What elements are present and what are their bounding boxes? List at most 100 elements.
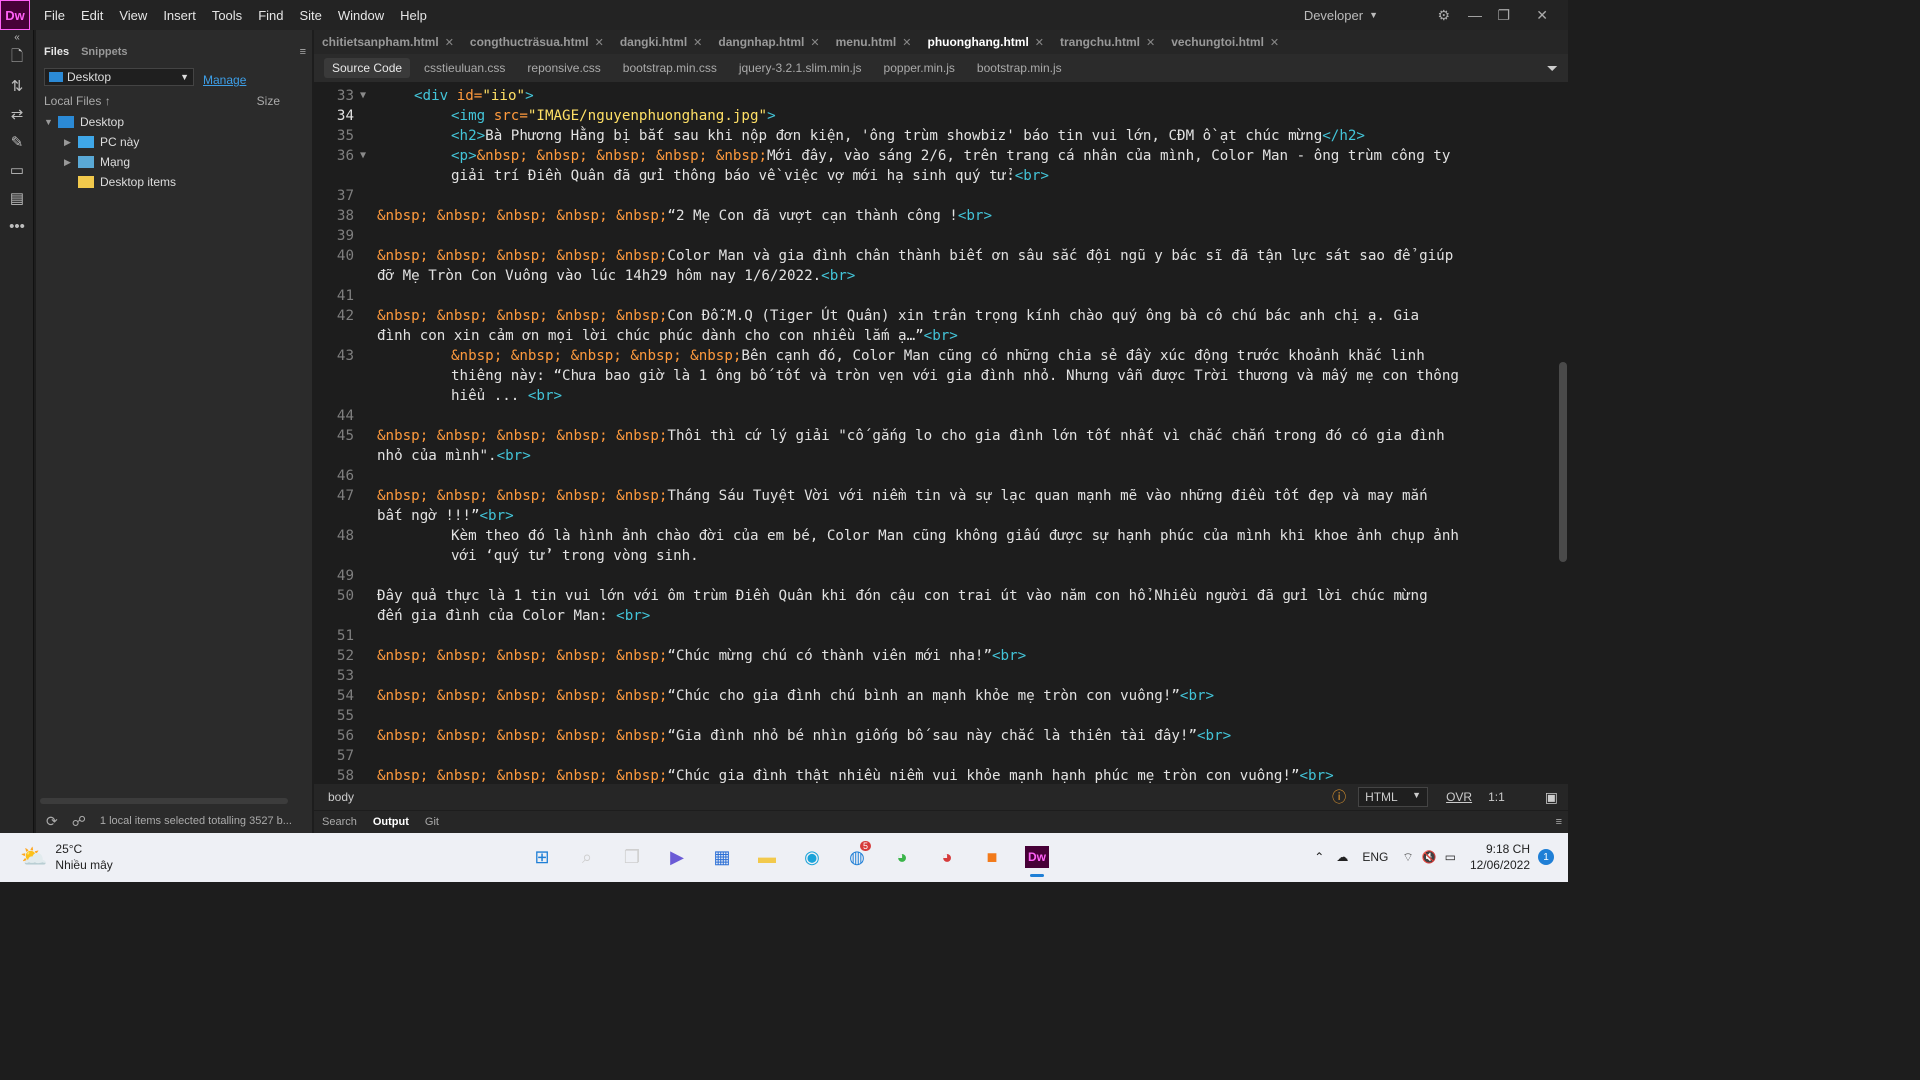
related-reponsive[interactable]: reponsive.css xyxy=(519,58,608,78)
comment-icon[interactable]: ▭ xyxy=(0,156,34,184)
chevron-right-icon[interactable]: ▶ xyxy=(64,137,78,148)
close-icon[interactable]: ✕ xyxy=(1035,36,1044,49)
screen-size-icon[interactable]: ▣ xyxy=(1545,789,1558,806)
close-icon[interactable]: ✕ xyxy=(1146,36,1155,49)
tree-item-pc[interactable]: ▶ PC này xyxy=(44,132,310,152)
menu-tools[interactable]: Tools xyxy=(204,8,250,23)
panel-menu-icon[interactable]: ≡ xyxy=(300,46,306,58)
related-jquery[interactable]: jquery-3.2.1.slim.min.js xyxy=(731,58,870,78)
doc-tab-menu[interactable]: menu.html ✕ xyxy=(828,30,920,54)
horizontal-scrollbar[interactable] xyxy=(40,798,288,804)
menu-help[interactable]: Help xyxy=(392,8,435,23)
edge-icon[interactable]: ◉ xyxy=(792,839,832,875)
doc-tab-chitietsanpham[interactable]: chitietsanpham.html ✕ xyxy=(314,30,462,54)
store-icon[interactable]: ▦ xyxy=(702,839,742,875)
close-icon[interactable]: ✕ xyxy=(595,36,604,49)
chrome-icon[interactable]: ◕ xyxy=(882,839,922,875)
tag-selector[interactable]: body xyxy=(328,790,354,804)
pdf-reader-icon[interactable]: ■ xyxy=(972,839,1012,875)
live-view-icon[interactable]: ⇄ xyxy=(0,100,34,128)
panel-menu-icon[interactable]: ≡ xyxy=(1556,816,1562,828)
more-icon[interactable]: ••• xyxy=(0,212,34,240)
tree-item-network[interactable]: ▶ Mạng xyxy=(44,152,310,172)
size-header[interactable]: Size xyxy=(257,94,280,108)
menu-file[interactable]: File xyxy=(36,8,73,23)
files-panel: Files Snippets ≡ Desktop ▼ Manage Local … xyxy=(36,30,312,833)
file-transfer-icon[interactable]: ⇅ xyxy=(0,72,34,100)
close-icon[interactable]: ✕ xyxy=(902,36,911,49)
chevron-down-icon[interactable]: ▼ xyxy=(44,117,58,127)
tab-snippets[interactable]: Snippets xyxy=(81,46,127,58)
onedrive-icon[interactable]: ☁ xyxy=(1336,850,1348,864)
doc-tab-congthuctrasua[interactable]: congthucträsua.html ✕ xyxy=(462,30,612,54)
site-select[interactable]: Desktop ▼ xyxy=(44,68,194,86)
dreamweaver-taskbar-icon[interactable]: Dw xyxy=(1017,839,1057,877)
document-type-select[interactable]: HTML ▼ xyxy=(1358,787,1429,807)
close-icon[interactable]: ✕ xyxy=(1536,0,1548,30)
search-icon[interactable]: ⌕ xyxy=(567,839,607,875)
vertical-scrollbar[interactable] xyxy=(1558,82,1568,808)
doc-tab-dangnhap[interactable]: dangnhap.html ✕ xyxy=(710,30,827,54)
chevron-up-icon[interactable]: ⌃ xyxy=(1314,850,1324,864)
tab-search[interactable]: Search xyxy=(314,816,365,828)
doc-tab-dangki[interactable]: dangki.html ✕ xyxy=(612,30,711,54)
close-icon[interactable]: ✕ xyxy=(693,36,702,49)
restore-icon[interactable]: ❐ xyxy=(1497,0,1510,30)
settings-sync-icon[interactable]: ⚙ xyxy=(1437,0,1450,30)
tab-files[interactable]: Files xyxy=(44,46,69,58)
mute-icon[interactable]: 🔇 xyxy=(1422,850,1437,864)
doc-tab-vechungtoi[interactable]: vechungtoi.html ✕ xyxy=(1163,30,1287,54)
battery-icon[interactable]: ▭ xyxy=(1445,850,1456,864)
input-language[interactable]: ENG xyxy=(1362,850,1388,864)
connect-icon[interactable]: ☍ xyxy=(72,813,86,830)
related-popper[interactable]: popper.min.js xyxy=(876,58,963,78)
menu-view[interactable]: View xyxy=(111,8,155,23)
menu-find[interactable]: Find xyxy=(250,8,291,23)
tree-item-desktop[interactable]: ▼ Desktop xyxy=(44,112,310,132)
local-files-header[interactable]: Local Files ↑ xyxy=(44,94,111,108)
manage-link[interactable]: Manage xyxy=(203,73,246,87)
menu-insert[interactable]: Insert xyxy=(155,8,204,23)
chrome-profile-icon[interactable]: ◕ xyxy=(927,839,967,875)
tab-git[interactable]: Git xyxy=(417,816,447,828)
warning-icon[interactable]: ⓘ xyxy=(1332,787,1346,807)
start-icon[interactable]: ⊞ xyxy=(522,839,562,875)
refresh-icon[interactable]: ⟳ xyxy=(46,813,58,830)
related-source-code[interactable]: Source Code xyxy=(324,58,411,78)
doc-tab-trangchu[interactable]: trangchu.html ✕ xyxy=(1052,30,1163,54)
cloud-sun-icon: ⛅ xyxy=(20,844,48,869)
scroll-thumb[interactable] xyxy=(1559,362,1567,562)
close-icon[interactable]: ✕ xyxy=(445,36,454,49)
doc-tab-phuonghang[interactable]: phuonghang.html ✕ xyxy=(919,30,1052,54)
notification-count[interactable]: 1 xyxy=(1538,849,1554,865)
close-icon[interactable]: ✕ xyxy=(1270,36,1279,49)
new-file-icon[interactable]: 🗋 xyxy=(0,44,34,72)
related-csstieuluan[interactable]: csstieuluan.css xyxy=(416,58,513,78)
teams-chat-icon[interactable]: ▶ xyxy=(657,839,697,875)
line-number: 57 xyxy=(336,748,354,764)
workspace-switcher[interactable]: Developer ▼ xyxy=(1304,0,1378,30)
zalo-icon[interactable]: ◍ 5 xyxy=(837,839,877,875)
filter-icon[interactable]: ⏷ xyxy=(1547,60,1558,77)
task-view-icon[interactable]: ❐ xyxy=(612,839,652,875)
related-bootstrap-css[interactable]: bootstrap.min.css xyxy=(615,58,725,78)
wifi-icon[interactable]: ⌔ xyxy=(1402,850,1413,865)
clock[interactable]: 9:18 CH 12/06/2022 xyxy=(1470,841,1530,873)
tree-item-desktop-items[interactable]: Desktop items xyxy=(44,172,310,192)
weather-widget[interactable]: ⛅ 25°C Nhiều mây xyxy=(20,841,113,873)
code-editor[interactable]: 33 ▼ <div id="iio"> 34 <img src="IMAGE/nguy… xyxy=(314,82,1568,808)
site-select-value: Desktop xyxy=(67,70,112,84)
related-bootstrap-js[interactable]: bootstrap.min.js xyxy=(969,58,1070,78)
inspect-icon[interactable]: ✎ xyxy=(0,128,34,156)
menu-site[interactable]: Site xyxy=(291,8,329,23)
format-icon[interactable]: ▤ xyxy=(0,184,34,212)
chevron-right-icon[interactable]: ▶ xyxy=(64,157,78,168)
minimize-icon[interactable]: — xyxy=(1468,0,1482,30)
overwrite-mode[interactable]: OVR xyxy=(1446,790,1472,804)
menu-window[interactable]: Window xyxy=(330,8,392,23)
collapse-icon[interactable]: « xyxy=(0,30,34,44)
tab-output[interactable]: Output xyxy=(365,816,417,828)
close-icon[interactable]: ✕ xyxy=(810,36,819,49)
file-explorer-icon[interactable]: ▬ xyxy=(747,839,787,875)
menu-edit[interactable]: Edit xyxy=(73,8,111,23)
